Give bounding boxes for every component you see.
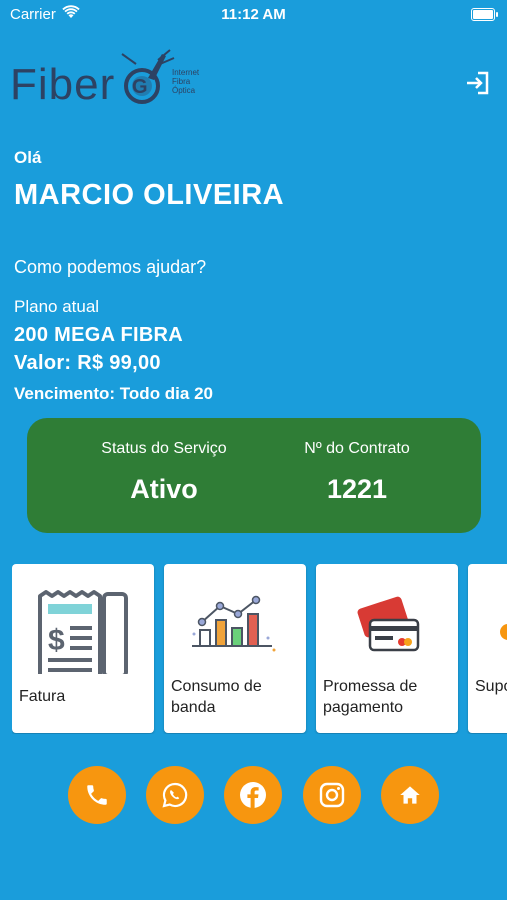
contact-buttons [0, 766, 507, 824]
plan-label: Plano atual [14, 297, 100, 316]
invoice-icon: $ [38, 590, 128, 674]
logo-tagline: Internet Fibra Óptica [172, 68, 200, 95]
help-prompt: Como podemos ajudar? [14, 257, 207, 277]
plan-price: Valor: R$ 99,00 [14, 352, 161, 374]
service-status-label: Status do Serviço [101, 440, 227, 457]
logo-wordmark: Fiber [10, 60, 116, 109]
status-bar: Carrier 11:12 AM [0, 0, 507, 30]
facebook-button[interactable] [224, 766, 282, 824]
contract-number: Nº do Contrato 1221 [277, 440, 437, 505]
clock: 11:12 AM [221, 6, 286, 23]
fiberg-logo: Fiber G Internet Fibra Óptica [10, 48, 210, 109]
whatsapp-icon [162, 782, 188, 808]
credit-card-icon [357, 596, 420, 652]
service-status-value: Ativo [130, 474, 198, 504]
bar-chart-icon [192, 595, 276, 652]
facebook-icon [240, 782, 266, 808]
svg-text:G: G [132, 76, 148, 98]
logo-g-mark-icon: G [121, 49, 175, 104]
menu-card-support[interactable]: Suporte [468, 564, 507, 733]
home-button[interactable] [381, 766, 439, 824]
menu-card-bandwidth[interactable]: Consumo de banda [164, 564, 306, 733]
logout-icon[interactable] [462, 68, 492, 98]
home-icon [400, 786, 420, 804]
menu-card-label: Consumo de banda [171, 678, 262, 716]
menu-card-label: Suporte [475, 678, 507, 695]
menu-card-label: Fatura [19, 688, 66, 705]
customer-name: MARCIO OLIVEIRA [14, 179, 285, 211]
menu-card-invoice[interactable]: $ Fatura [12, 564, 154, 733]
menu-carousel[interactable]: $ Fatura Consumo de banda Promessa de pa… [12, 564, 507, 734]
instagram-icon [319, 782, 345, 808]
greeting-hello: Olá [14, 148, 42, 167]
battery-icon [471, 8, 498, 21]
menu-card-payment-promise[interactable]: Promessa de pagamento [316, 564, 458, 733]
plan-name: 200 MEGA FIBRA [14, 324, 184, 346]
instagram-button[interactable] [303, 766, 361, 824]
contract-number-label: Nº do Contrato [304, 440, 410, 457]
whatsapp-button[interactable] [146, 766, 204, 824]
svg-text:$: $ [48, 624, 65, 657]
phone-icon [87, 785, 107, 805]
service-status: Status do Serviço Ativo [79, 440, 249, 505]
contract-number-value: 1221 [326, 474, 388, 504]
support-icon [500, 624, 507, 640]
plan-due-date: Vencimento: Todo dia 20 [14, 384, 213, 403]
service-status-card: Status do Serviço Ativo Nº do Contrato 1… [27, 418, 481, 533]
menu-card-label: Promessa de pagamento [323, 678, 418, 716]
phone-button[interactable] [68, 766, 126, 824]
